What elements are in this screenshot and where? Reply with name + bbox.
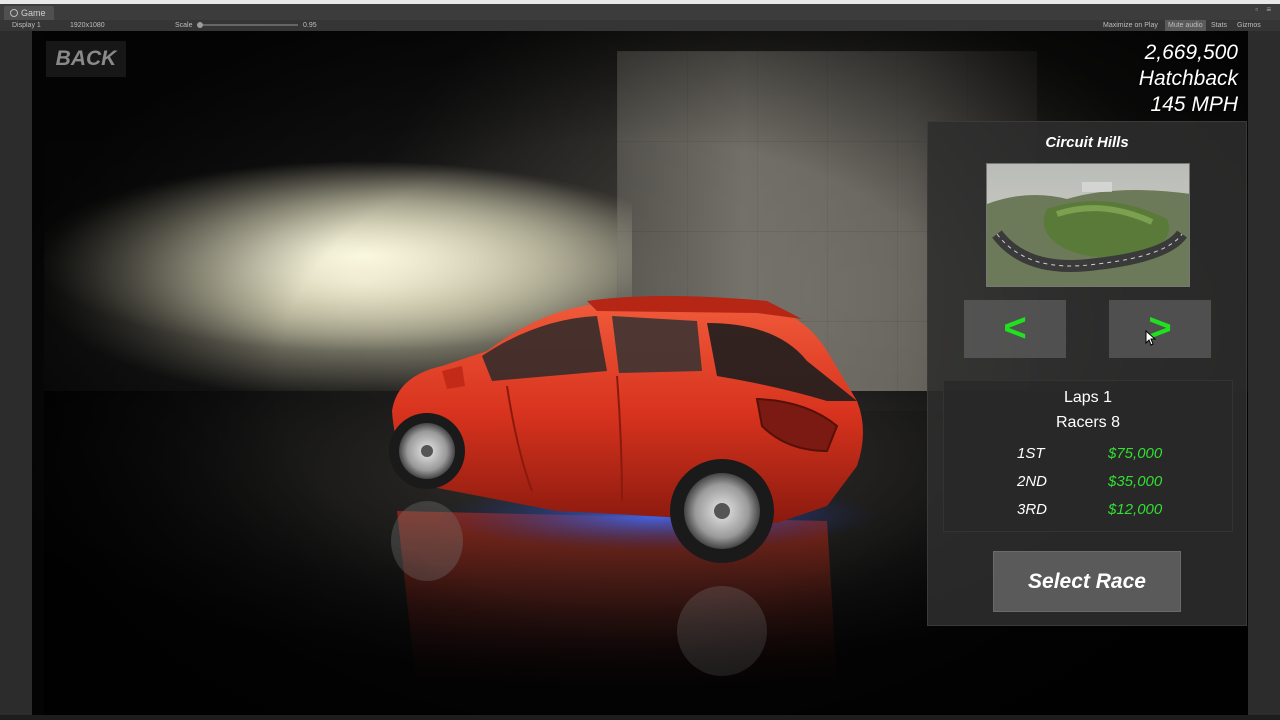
back-button[interactable]: BACK bbox=[46, 41, 126, 77]
maximize-on-play-toggle[interactable]: Maximize on Play bbox=[1103, 20, 1158, 31]
prize-row: 1ST $75,000 bbox=[944, 445, 1232, 469]
race-stats-box: Laps 1 Racers 8 1ST $75,000 2ND $35,000 … bbox=[943, 380, 1233, 532]
scale-slider-handle[interactable] bbox=[197, 22, 203, 28]
car-info: 2,669,500 Hatchback 145 MPH bbox=[1139, 40, 1238, 118]
next-track-button[interactable]: > bbox=[1109, 300, 1211, 358]
editor-tab-strip: Game ▫ ≡ bbox=[0, 0, 1280, 20]
prize-place: 1ST bbox=[1017, 445, 1045, 462]
track-preview-image bbox=[986, 163, 1190, 287]
laps-count: Laps 1 bbox=[1063, 389, 1113, 406]
prize-amount: $12,000 bbox=[1108, 501, 1163, 518]
select-race-button[interactable]: Select Race bbox=[993, 551, 1181, 612]
window-menu-icon[interactable]: ▫ ≡ bbox=[1255, 5, 1274, 14]
game-view-icon bbox=[10, 9, 18, 17]
scale-label: Scale bbox=[175, 22, 193, 29]
editor-left-margin bbox=[0, 31, 32, 715]
unity-game-window: Game ▫ ≡ Display 1 1920x1080 Scale 0.95 … bbox=[0, 0, 1280, 720]
mute-audio-toggle[interactable]: Mute audio bbox=[1165, 20, 1206, 31]
editor-bottom-edge bbox=[0, 715, 1280, 720]
gizmos-dropdown[interactable]: Gizmos bbox=[1237, 20, 1261, 31]
game-viewport: BACK 2,669,500 Hatchback 145 MPH Circuit… bbox=[32, 31, 1248, 715]
scale-value: 0.95 bbox=[303, 22, 317, 29]
scale-slider[interactable] bbox=[200, 24, 298, 26]
car-type: Hatchback bbox=[1138, 67, 1238, 90]
prev-track-button[interactable]: < bbox=[964, 300, 1066, 358]
car-top-speed: 145 MPH bbox=[1150, 93, 1238, 116]
prize-amount: $35,000 bbox=[1108, 473, 1163, 490]
prize-amount: $75,000 bbox=[1108, 445, 1163, 462]
stats-toggle[interactable]: Stats bbox=[1211, 20, 1227, 31]
game-toolbar: Display 1 1920x1080 Scale 0.95 Maximize … bbox=[0, 20, 1280, 31]
mouse-cursor-icon bbox=[1145, 330, 1157, 346]
editor-right-margin bbox=[1248, 31, 1280, 715]
track-name: Circuit Hills bbox=[1045, 134, 1129, 151]
car-price: 2,669,500 bbox=[1144, 41, 1238, 64]
game-tab-label: Game bbox=[21, 8, 46, 18]
prize-place: 2ND bbox=[1017, 473, 1048, 490]
resolution-dropdown[interactable]: 1920x1080 bbox=[70, 20, 105, 31]
race-select-panel: Circuit Hills < > Laps 1 Racers 8 1ST $7… bbox=[927, 121, 1247, 626]
prize-row: 2ND $35,000 bbox=[944, 473, 1232, 497]
prize-row: 3RD $12,000 bbox=[944, 501, 1232, 525]
prize-place: 3RD bbox=[1017, 501, 1048, 518]
game-tab[interactable]: Game bbox=[4, 6, 54, 20]
display-dropdown[interactable]: Display 1 bbox=[12, 20, 41, 31]
racers-count: Racers 8 bbox=[1055, 414, 1121, 431]
